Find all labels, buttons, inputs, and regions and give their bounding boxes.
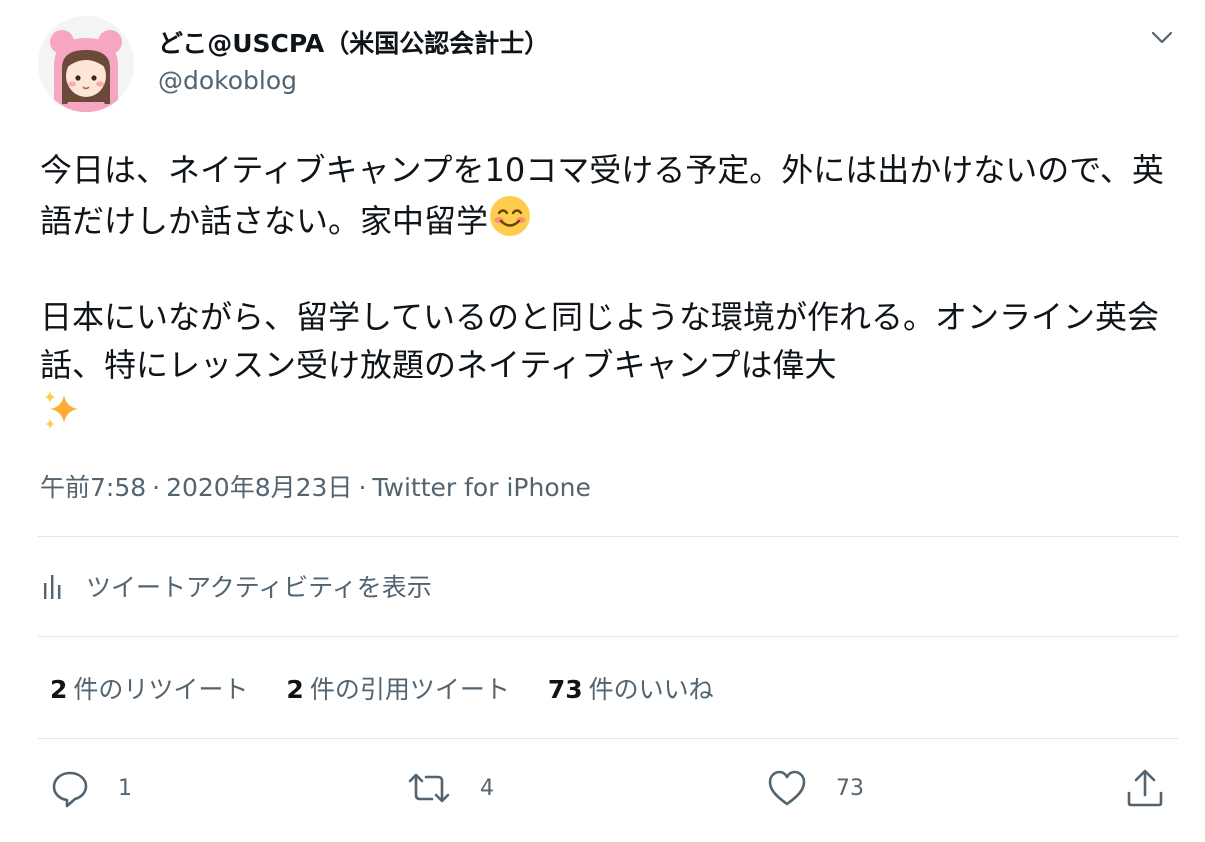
reply-button[interactable]: 1 bbox=[50, 766, 132, 810]
retweets-stat-label: 件のリツイート bbox=[73, 675, 249, 704]
activity-label: ツイートアクティビティを表示 bbox=[86, 573, 432, 602]
meta-separator: · bbox=[152, 473, 161, 502]
quote-tweets-stat[interactable]: 2 件の引用ツイート bbox=[286, 670, 509, 706]
retweets-stat[interactable]: 2 件のリツイート bbox=[50, 670, 248, 706]
divider bbox=[38, 738, 1178, 739]
engagement-stats: 2 件のリツイート 2 件の引用ツイート 73 件のいいね bbox=[50, 668, 752, 708]
likes-stat-label: 件のいいね bbox=[588, 675, 714, 704]
like-button[interactable]: 73 bbox=[766, 766, 864, 810]
user-handle[interactable]: @dokoblog bbox=[158, 66, 297, 95]
likes-stat-count: 73 bbox=[547, 675, 583, 704]
tweet-source[interactable]: Twitter for iPhone bbox=[372, 473, 590, 502]
reply-count: 1 bbox=[118, 775, 132, 801]
bar-chart-icon bbox=[40, 571, 68, 601]
view-tweet-activity[interactable]: ツイートアクティビティを表示 bbox=[40, 566, 432, 606]
avatar[interactable] bbox=[38, 16, 134, 112]
divider bbox=[38, 536, 1178, 537]
tweet-text: 今日は、ネイティブキャンプを10コマ受ける予定。外には出かけないので、英語だけし… bbox=[40, 146, 1180, 440]
tweet-date[interactable]: 2020年8月23日 bbox=[166, 473, 352, 502]
quote-tweets-stat-count: 2 bbox=[286, 675, 304, 704]
reply-icon bbox=[50, 768, 90, 808]
tweet-paragraph-1: 今日は、ネイティブキャンプを10コマ受ける予定。外には出かけないので、英語だけし… bbox=[40, 146, 1180, 245]
tweet-time[interactable]: 午前7:58 bbox=[40, 473, 146, 502]
share-button[interactable] bbox=[1124, 766, 1166, 810]
tweet-line-1: 今日は、ネイティブキャンプを10コマ受ける予定。外には出かけないので、英語だけし… bbox=[40, 151, 1164, 240]
like-count: 73 bbox=[836, 775, 864, 801]
retweet-button[interactable]: 4 bbox=[406, 766, 494, 810]
likes-stat[interactable]: 73 件のいいね bbox=[548, 670, 714, 706]
tweet-meta: 午前7:58 · 2020年8月23日 · Twitter for iPhone bbox=[40, 468, 591, 504]
smiling-face-emoji-icon bbox=[488, 194, 532, 238]
chevron-down-icon[interactable] bbox=[1148, 26, 1176, 50]
divider bbox=[38, 636, 1178, 637]
retweet-icon bbox=[406, 768, 452, 808]
share-icon bbox=[1124, 767, 1166, 809]
retweet-count: 4 bbox=[480, 775, 494, 801]
display-name[interactable]: どこ@USCPA（米国公認会計士） bbox=[158, 24, 549, 60]
retweets-stat-count: 2 bbox=[50, 675, 68, 704]
quote-tweets-stat-label: 件の引用ツイート bbox=[309, 675, 510, 704]
meta-separator: · bbox=[358, 473, 367, 502]
sparkles-emoji-icon bbox=[40, 389, 84, 433]
tweet-paragraph-2: 日本にいながら、留学しているのと同じような環境が作れる。オンライン英会話、特にレ… bbox=[40, 293, 1180, 440]
heart-icon bbox=[766, 768, 808, 808]
tweet-line-2: 日本にいながら、留学しているのと同じような環境が作れる。オンライン英会話、特にレ… bbox=[40, 298, 1160, 384]
